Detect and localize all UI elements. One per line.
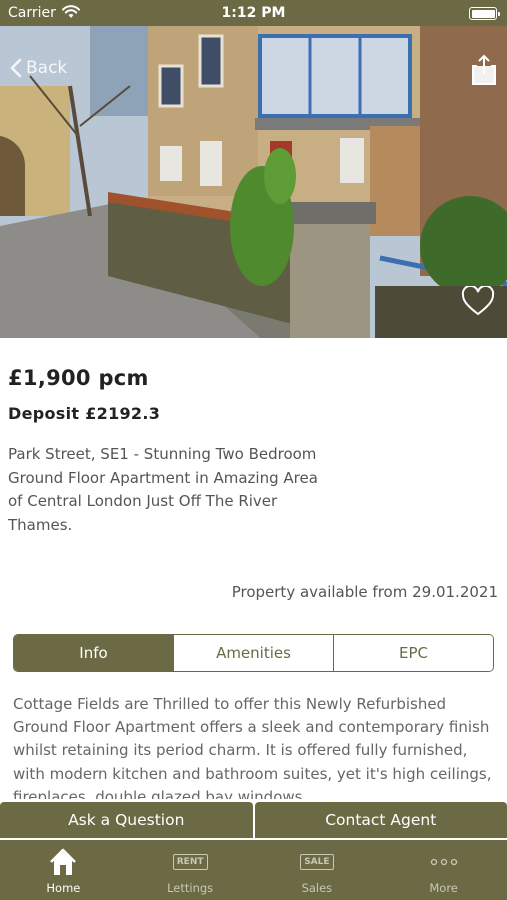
tab-bar-lettings-label: Lettings: [167, 881, 214, 895]
property-photo-image: [0, 26, 507, 338]
property-photo[interactable]: Back: [0, 26, 507, 338]
property-title: Park Street, SE1 - Stunning Two Bedroom …: [8, 445, 318, 534]
more-dots-icon: [430, 858, 457, 866]
tab-bar-lettings[interactable]: RENT Lettings: [127, 840, 254, 900]
tab-info[interactable]: Info: [14, 635, 173, 671]
sale-sign-icon: SALE: [300, 854, 334, 870]
tab-bar-home[interactable]: Home: [0, 840, 127, 900]
property-description[interactable]: Cottage Fields are Thrilled to offer thi…: [13, 693, 497, 799]
share-icon[interactable]: [471, 54, 497, 86]
tab-bar-more[interactable]: More: [380, 840, 507, 900]
tab-bar-home-label: Home: [46, 881, 81, 895]
battery-icon: [469, 7, 500, 20]
heart-icon[interactable]: [461, 286, 495, 316]
tab-amenities[interactable]: Amenities: [173, 635, 333, 671]
tab-bar: Home RENT Lettings SALE Sales More: [0, 840, 507, 900]
back-button[interactable]: Back: [10, 58, 67, 78]
tab-bar-sales[interactable]: SALE Sales: [254, 840, 381, 900]
tab-epc[interactable]: EPC: [333, 635, 493, 671]
detail-tabs: Info Amenities EPC: [13, 634, 494, 672]
contact-agent-button[interactable]: Contact Agent: [254, 802, 507, 838]
price: £1,900 pcm: [8, 366, 149, 390]
availability-date: Property available from 29.01.2021: [231, 583, 498, 601]
rent-sign-icon: RENT: [172, 854, 208, 870]
tab-bar-more-label: More: [429, 881, 458, 895]
deposit: Deposit £2192.3: [8, 404, 161, 423]
clock: 1:12 PM: [221, 5, 286, 21]
ask-question-button[interactable]: Ask a Question: [0, 802, 253, 838]
status-bar: Carrier 1:12 PM: [0, 0, 507, 26]
back-label: Back: [26, 58, 68, 78]
tab-bar-sales-label: Sales: [301, 881, 333, 895]
chevron-left-icon: [10, 58, 22, 78]
action-bar: Ask a Question Contact Agent: [0, 802, 507, 838]
home-icon: [50, 848, 77, 875]
